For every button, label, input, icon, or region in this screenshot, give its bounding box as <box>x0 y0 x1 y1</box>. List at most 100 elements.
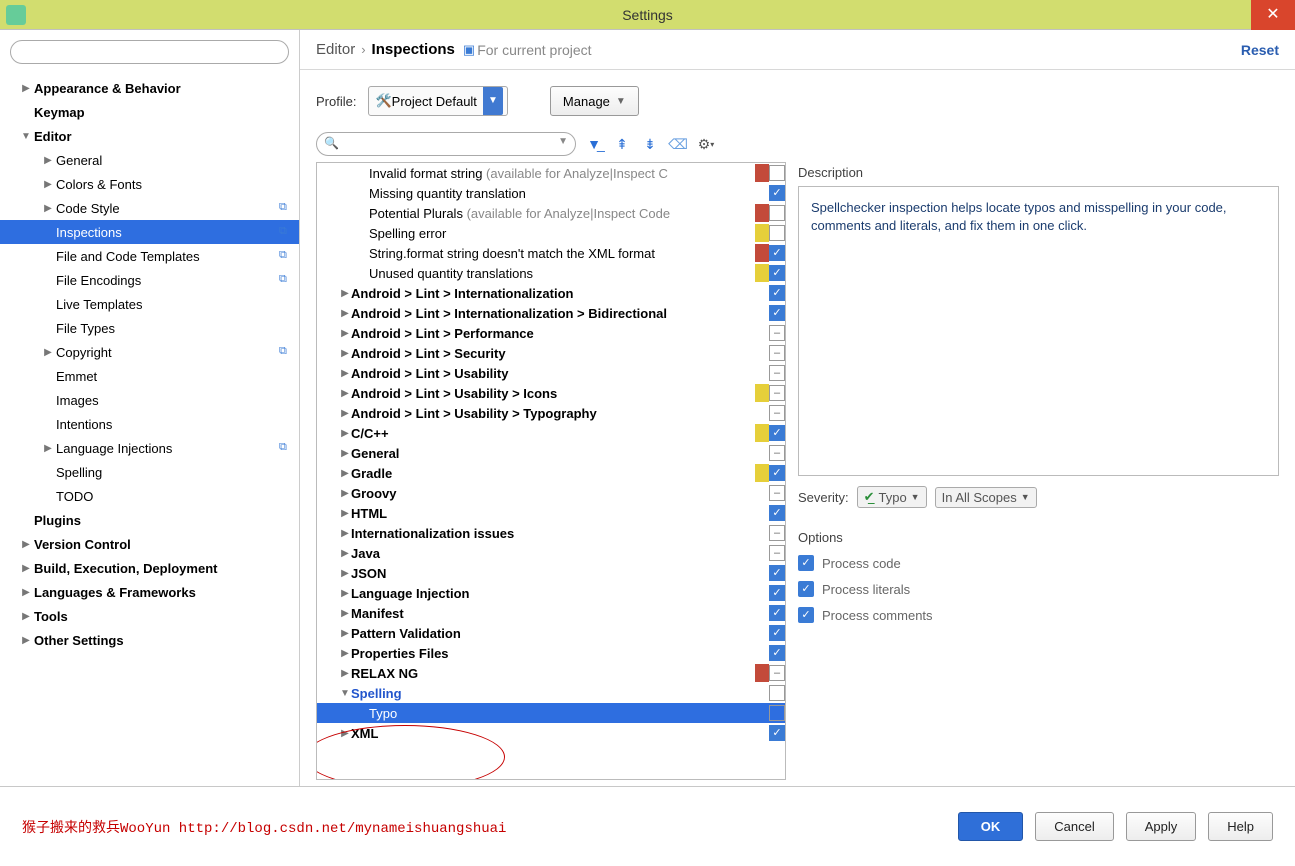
sidebar-item[interactable]: ▶Version Control <box>0 532 299 556</box>
inspection-checkbox[interactable] <box>769 685 785 701</box>
sidebar-item[interactable]: File Types <box>0 316 299 340</box>
close-button[interactable]: ✕ <box>1251 0 1295 30</box>
inspection-row[interactable]: ▶RELAX NG– <box>317 663 785 683</box>
inspection-checkbox[interactable] <box>769 705 785 721</box>
inspection-row[interactable]: Typo <box>317 703 785 723</box>
sidebar-item[interactable]: Plugins <box>0 508 299 532</box>
inspection-checkbox[interactable] <box>769 165 785 181</box>
inspection-checkbox[interactable]: – <box>769 405 785 421</box>
gear-icon[interactable]: ⚙▾ <box>696 134 716 154</box>
inspection-row[interactable]: ▶HTML✓ <box>317 503 785 523</box>
profile-combo[interactable]: 🛠️ Project Default ▼ <box>368 86 507 116</box>
expand-icon[interactable]: ⇞ <box>612 134 632 154</box>
scope-combo[interactable]: In All Scopes ▼ <box>935 487 1037 508</box>
option-row[interactable]: ✓Process code <box>798 555 1279 571</box>
inspection-checkbox[interactable]: ✓ <box>769 305 785 321</box>
inspection-row[interactable]: ▶Internationalization issues– <box>317 523 785 543</box>
breadcrumb-root[interactable]: Editor <box>316 41 355 58</box>
inspection-checkbox[interactable]: ✓ <box>769 185 785 201</box>
chevron-down-icon[interactable]: ▼ <box>558 136 568 147</box>
inspection-checkbox[interactable]: ✓ <box>769 645 785 661</box>
sidebar-item[interactable]: ▶Colors & Fonts <box>0 172 299 196</box>
inspection-row[interactable]: ▶Android > Lint > Internationalization >… <box>317 303 785 323</box>
inspection-row[interactable]: ▶Android > Lint > Usability > Icons– <box>317 383 785 403</box>
option-row[interactable]: ✓Process literals <box>798 581 1279 597</box>
inspection-checkbox[interactable]: – <box>769 365 785 381</box>
inspection-row[interactable]: ▶General– <box>317 443 785 463</box>
reset-link[interactable]: Reset <box>1241 42 1279 58</box>
inspection-tree[interactable]: Invalid format string (available for Ana… <box>316 162 786 780</box>
apply-button[interactable]: Apply <box>1126 812 1197 841</box>
inspection-checkbox[interactable]: – <box>769 345 785 361</box>
inspection-checkbox[interactable]: – <box>769 665 785 681</box>
inspection-checkbox[interactable]: ✓ <box>769 725 785 741</box>
inspection-row[interactable]: ▶Android > Lint > Usability– <box>317 363 785 383</box>
sidebar-item[interactable]: Keymap <box>0 100 299 124</box>
inspection-row[interactable]: ▶Groovy– <box>317 483 785 503</box>
inspection-row[interactable]: ▶JSON✓ <box>317 563 785 583</box>
sidebar-item[interactable]: Live Templates <box>0 292 299 316</box>
inspection-filter-input[interactable] <box>316 132 576 156</box>
inspection-row[interactable]: ▶Manifest✓ <box>317 603 785 623</box>
inspection-row[interactable]: String.format string doesn't match the X… <box>317 243 785 263</box>
filter-icon[interactable]: ▼̲ <box>584 134 604 154</box>
eraser-icon[interactable]: ⌫ <box>668 134 688 154</box>
sidebar-item[interactable]: ▶Languages & Frameworks <box>0 580 299 604</box>
inspection-row[interactable]: ▶XML✓ <box>317 723 785 743</box>
inspection-row[interactable]: Unused quantity translations✓ <box>317 263 785 283</box>
sidebar-item[interactable]: Images <box>0 388 299 412</box>
ok-button[interactable]: OK <box>958 812 1024 841</box>
inspection-row[interactable]: ▶C/C++✓ <box>317 423 785 443</box>
manage-button[interactable]: Manage ▼ <box>550 86 639 116</box>
collapse-icon[interactable]: ⇟ <box>640 134 660 154</box>
inspection-checkbox[interactable] <box>769 225 785 241</box>
inspection-checkbox[interactable]: – <box>769 545 785 561</box>
inspection-checkbox[interactable]: – <box>769 525 785 541</box>
inspection-checkbox[interactable]: ✓ <box>769 605 785 621</box>
inspection-checkbox[interactable]: ✓ <box>769 585 785 601</box>
inspection-row[interactable]: ▶Pattern Validation✓ <box>317 623 785 643</box>
inspection-checkbox[interactable]: – <box>769 485 785 501</box>
option-row[interactable]: ✓Process comments <box>798 607 1279 623</box>
sidebar-item[interactable]: ▶Other Settings <box>0 628 299 652</box>
inspection-checkbox[interactable]: ✓ <box>769 245 785 261</box>
chevron-down-icon[interactable]: ▼ <box>483 87 503 115</box>
option-checkbox[interactable]: ✓ <box>798 555 814 571</box>
inspection-checkbox[interactable]: ✓ <box>769 265 785 281</box>
inspection-checkbox[interactable]: – <box>769 325 785 341</box>
inspection-checkbox[interactable]: ✓ <box>769 285 785 301</box>
inspection-checkbox[interactable] <box>769 205 785 221</box>
sidebar-item[interactable]: Emmet <box>0 364 299 388</box>
sidebar-item[interactable]: ▶Tools <box>0 604 299 628</box>
severity-combo[interactable]: ✔̲ Typo ▼ <box>857 486 927 508</box>
sidebar-item[interactable]: ▶Build, Execution, Deployment <box>0 556 299 580</box>
option-checkbox[interactable]: ✓ <box>798 607 814 623</box>
inspection-row[interactable]: ▶Android > Lint > Performance– <box>317 323 785 343</box>
inspection-row[interactable]: ▼Spelling <box>317 683 785 703</box>
sidebar-item[interactable]: ▶Appearance & Behavior <box>0 76 299 100</box>
sidebar-item[interactable]: File Encodings⧉ <box>0 268 299 292</box>
inspection-row[interactable]: ▶Android > Lint > Internationalization✓ <box>317 283 785 303</box>
sidebar-item[interactable]: ▼Editor <box>0 124 299 148</box>
inspection-checkbox[interactable]: – <box>769 445 785 461</box>
inspection-row[interactable]: ▶Java– <box>317 543 785 563</box>
sidebar-item[interactable]: ▶Language Injections⧉ <box>0 436 299 460</box>
inspection-row[interactable]: Invalid format string (available for Ana… <box>317 163 785 183</box>
inspection-row[interactable]: Potential Plurals (available for Analyze… <box>317 203 785 223</box>
inspection-checkbox[interactable]: ✓ <box>769 625 785 641</box>
sidebar-search-input[interactable] <box>10 40 289 64</box>
sidebar-item[interactable]: ▶Code Style⧉ <box>0 196 299 220</box>
inspection-checkbox[interactable]: ✓ <box>769 425 785 441</box>
inspection-row[interactable]: ▶Language Injection✓ <box>317 583 785 603</box>
sidebar-item[interactable]: Intentions <box>0 412 299 436</box>
cancel-button[interactable]: Cancel <box>1035 812 1113 841</box>
sidebar-item[interactable]: Spelling <box>0 460 299 484</box>
option-checkbox[interactable]: ✓ <box>798 581 814 597</box>
inspection-checkbox[interactable]: ✓ <box>769 565 785 581</box>
inspection-row[interactable]: ▶Android > Lint > Security– <box>317 343 785 363</box>
sidebar-item[interactable]: Inspections⧉ <box>0 220 299 244</box>
inspection-row[interactable]: Spelling error <box>317 223 785 243</box>
inspection-checkbox[interactable]: – <box>769 385 785 401</box>
inspection-row[interactable]: ▶Android > Lint > Usability > Typography… <box>317 403 785 423</box>
inspection-row[interactable]: ▶Gradle✓ <box>317 463 785 483</box>
